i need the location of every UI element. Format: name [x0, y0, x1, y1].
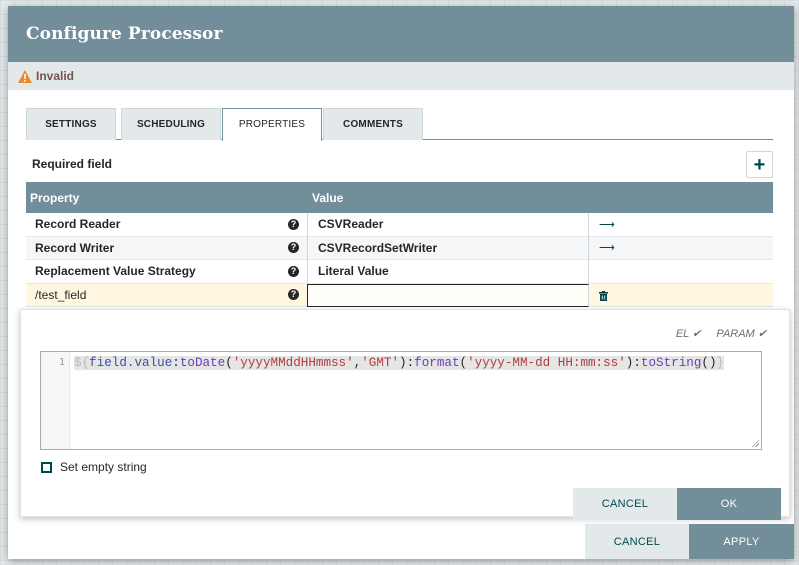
plus-icon: + — [753, 153, 766, 176]
trash-icon[interactable] — [599, 290, 608, 301]
code-token: 'GMT' — [361, 356, 400, 370]
code-token: ${ — [74, 356, 90, 370]
property-name: Record Reader — [35, 217, 121, 232]
status-text: Invalid — [36, 69, 75, 83]
tab-bar: SETTINGS SCHEDULING PROPERTIES COMMENTS — [26, 108, 773, 141]
properties-table: Property Value Record Reader ? CSVReader… — [26, 182, 773, 307]
table-row[interactable]: Replacement Value Strategy ? Literal Val… — [26, 260, 773, 284]
editor-ok-button[interactable]: OK — [677, 488, 781, 520]
el-supported-label: EL ✔ — [675, 328, 702, 340]
configure-processor-dialog: Configure Processor Invalid SETTINGS SCH… — [8, 6, 794, 559]
column-header-value: Value — [312, 190, 344, 205]
code-line[interactable]: ${field.value:toDate('yyyyMMddHHmmss','G… — [74, 356, 725, 370]
help-icon[interactable]: ? — [288, 218, 299, 230]
tab-scheduling[interactable]: SCHEDULING — [121, 108, 221, 140]
table-header: Property Value — [26, 182, 773, 213]
required-field-label: Required field — [32, 157, 113, 171]
code-token: toString — [640, 356, 702, 370]
dialog-header: Configure Processor — [8, 6, 794, 62]
warning-icon — [18, 69, 32, 83]
cancel-button[interactable]: CANCEL — [585, 524, 689, 559]
code-token: } — [716, 356, 725, 370]
tab-settings[interactable]: SETTINGS — [26, 108, 116, 140]
add-property-button[interactable]: + — [746, 151, 773, 178]
set-empty-string-label: Set empty string — [60, 460, 147, 474]
arrow-right-icon[interactable]: ⟶ — [599, 241, 615, 254]
dialog-title: Configure Processor — [26, 24, 223, 44]
validation-status-bar: Invalid — [8, 62, 794, 90]
table-row[interactable]: /test_field ? — [26, 283, 773, 307]
line-number-gutter: 1 — [41, 352, 70, 449]
code-token: ): — [625, 356, 641, 370]
set-empty-string-checkbox[interactable] — [41, 461, 52, 473]
code-editor[interactable]: 1 ${field.value:toDate('yyyyMMddHHmmss',… — [40, 351, 762, 450]
tab-comments[interactable]: COMMENTS — [323, 108, 423, 140]
property-value[interactable]: CSVReader — [318, 217, 383, 231]
value-cell-editing[interactable] — [307, 283, 589, 307]
code-token: ( — [225, 356, 233, 370]
property-name: /test_field — [35, 287, 87, 302]
code-token: field.value — [89, 356, 173, 370]
property-value-editor: EL ✔ PARAM ✔ 1 ${field.value:toDate('yyy… — [20, 309, 790, 520]
column-header-property: Property — [30, 190, 80, 205]
apply-button[interactable]: APPLY — [689, 524, 794, 559]
help-icon[interactable]: ? — [288, 265, 299, 277]
code-token: 'yyyy-MM-dd HH:mm:ss' — [467, 356, 626, 370]
table-row[interactable]: Record Writer ? CSVRecordSetWriter ⟶ — [26, 236, 773, 260]
help-icon[interactable]: ? — [288, 289, 299, 301]
property-name: Record Writer — [35, 240, 115, 255]
arrow-right-icon[interactable]: ⟶ — [599, 218, 615, 231]
resize-handle-icon[interactable] — [751, 439, 759, 447]
property-name: Replacement Value Strategy — [35, 264, 196, 279]
code-token: 'yyyyMMddHHmmss' — [232, 356, 354, 370]
code-token: format — [414, 356, 460, 370]
line-number: 1 — [58, 357, 65, 368]
help-icon[interactable]: ? — [288, 242, 299, 254]
param-supported-label: PARAM ✔ — [716, 328, 767, 340]
code-token: () — [701, 356, 717, 370]
set-empty-string-option[interactable]: Set empty string — [41, 460, 147, 474]
editor-support-flags: EL ✔ PARAM ✔ — [664, 327, 767, 340]
tab-properties[interactable]: PROPERTIES — [222, 108, 322, 141]
code-token: : — [172, 356, 180, 370]
editor-cancel-button[interactable]: CANCEL — [573, 488, 677, 520]
code-token: ): — [399, 356, 415, 370]
code-token: ( — [459, 356, 468, 370]
code-token: toDate — [179, 356, 226, 370]
table-row[interactable]: Record Reader ? CSVReader ⟶ — [26, 213, 773, 237]
property-value[interactable]: CSVRecordSetWriter — [318, 241, 437, 255]
property-value[interactable]: Literal Value — [318, 264, 389, 278]
